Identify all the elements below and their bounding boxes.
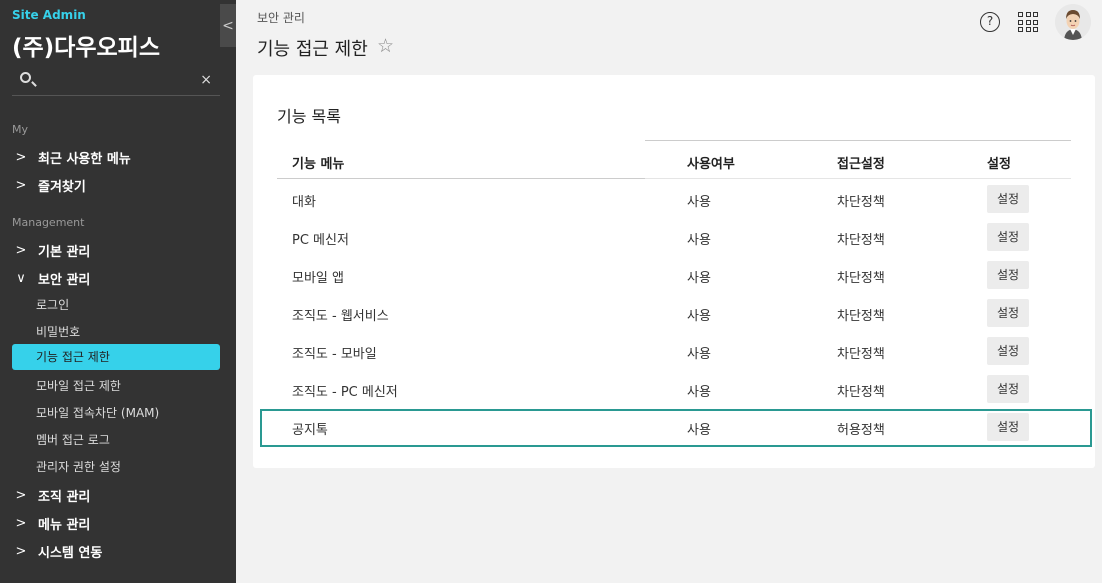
star-icon[interactable]: ☆ bbox=[377, 35, 394, 57]
table-row: 조직도 - PC 메신저 사용 차단정책 설정 bbox=[277, 370, 1071, 408]
cell-menu: PC 메신저 bbox=[292, 233, 349, 248]
cell-access: 차단정책 bbox=[837, 309, 885, 324]
sidebar-subitem-admin-perm[interactable]: 관리자 권한 설정 bbox=[36, 458, 121, 475]
sidebar-item-label: 즐겨찾기 bbox=[38, 180, 86, 195]
company-name[interactable]: (주)다우오피스 bbox=[12, 28, 160, 62]
site-admin-label: Site Admin bbox=[12, 8, 86, 22]
cell-access: 차단정책 bbox=[837, 271, 885, 286]
clear-search-icon[interactable]: × bbox=[200, 72, 212, 88]
chevron-right-icon: > bbox=[15, 516, 27, 531]
sidebar-item-favorites[interactable]: > 즐겨찾기 bbox=[14, 176, 86, 195]
chevron-right-icon: > bbox=[15, 488, 27, 503]
setting-button[interactable]: 설정 bbox=[987, 261, 1029, 289]
cell-access: 차단정책 bbox=[837, 233, 885, 248]
divider bbox=[277, 178, 645, 179]
sidebar-item-label: 기본 관리 bbox=[38, 245, 91, 260]
col-header-use: 사용여부 bbox=[687, 157, 735, 172]
sidebar-collapse-button[interactable]: < bbox=[220, 4, 236, 47]
sidebar: Site Admin (주)다우오피스 < × My > 최근 사용한 메뉴 >… bbox=[0, 0, 236, 583]
page-title: 기능 접근 제한 bbox=[257, 39, 368, 60]
table-row: 조직도 - 웹서비스 사용 차단정책 설정 bbox=[277, 294, 1071, 332]
sidebar-item-label: 시스템 연동 bbox=[38, 546, 103, 561]
cell-use: 사용 bbox=[687, 271, 711, 286]
chevron-right-icon: > bbox=[15, 243, 27, 258]
col-header-access: 접근설정 bbox=[837, 157, 885, 172]
section-label-my: My bbox=[12, 123, 29, 136]
cell-use: 사용 bbox=[687, 309, 711, 324]
sidebar-subitem-mobile-access[interactable]: 모바일 접근 제한 bbox=[36, 377, 121, 394]
sidebar-subitem-feature-access[interactable]: 기능 접근 제한 bbox=[12, 344, 220, 370]
col-header-setting: 설정 bbox=[987, 157, 1011, 172]
table-row: 대화 사용 차단정책 설정 bbox=[277, 180, 1071, 218]
cell-access: 차단정책 bbox=[837, 385, 885, 400]
setting-button[interactable]: 설정 bbox=[987, 375, 1029, 403]
help-icon[interactable]: ? bbox=[980, 12, 1000, 32]
divider bbox=[645, 140, 1071, 141]
sidebar-subitem-password[interactable]: 비밀번호 bbox=[36, 323, 80, 340]
sidebar-item-recent[interactable]: > 최근 사용한 메뉴 bbox=[14, 148, 131, 167]
cell-use: 사용 bbox=[687, 195, 711, 210]
app-grid-icon[interactable] bbox=[1018, 12, 1038, 32]
chevron-right-icon: > bbox=[15, 178, 27, 193]
sidebar-search: × bbox=[12, 66, 220, 96]
avatar[interactable] bbox=[1055, 4, 1091, 40]
card-title: 기능 목록 bbox=[277, 107, 341, 126]
cell-access: 차단정책 bbox=[837, 195, 885, 210]
sidebar-item-menu[interactable]: > 메뉴 관리 bbox=[14, 514, 91, 533]
table-row: 조직도 - 모바일 사용 차단정책 설정 bbox=[277, 332, 1071, 370]
cell-use: 사용 bbox=[687, 233, 711, 248]
col-header-menu: 기능 메뉴 bbox=[292, 157, 345, 172]
sidebar-subitem-login[interactable]: 로그인 bbox=[36, 296, 69, 313]
sidebar-item-org[interactable]: > 조직 관리 bbox=[14, 486, 91, 505]
search-icon bbox=[20, 72, 31, 83]
sidebar-item-basic[interactable]: > 기본 관리 bbox=[14, 241, 91, 260]
row-highlight-outline bbox=[260, 409, 1092, 447]
cell-access: 차단정책 bbox=[837, 347, 885, 362]
sidebar-item-label: 최근 사용한 메뉴 bbox=[38, 152, 131, 167]
sidebar-search-input[interactable] bbox=[40, 70, 190, 92]
breadcrumb[interactable]: 보안 관리 bbox=[257, 9, 305, 26]
cell-use: 사용 bbox=[687, 347, 711, 362]
cell-use: 사용 bbox=[687, 385, 711, 400]
chevron-right-icon: > bbox=[15, 544, 27, 559]
chevron-down-icon: ∨ bbox=[16, 271, 26, 286]
setting-button[interactable]: 설정 bbox=[987, 299, 1029, 327]
cell-menu: 조직도 - PC 메신저 bbox=[292, 385, 398, 400]
sidebar-item-label: 메뉴 관리 bbox=[38, 518, 91, 533]
sidebar-item-label: 보안 관리 bbox=[38, 273, 91, 288]
setting-button[interactable]: 설정 bbox=[987, 185, 1029, 213]
cell-menu: 조직도 - 웹서비스 bbox=[292, 309, 389, 324]
divider bbox=[645, 178, 1071, 179]
table-row: 모바일 앱 사용 차단정책 설정 bbox=[277, 256, 1071, 294]
cell-menu: 모바일 앱 bbox=[292, 271, 344, 286]
chevron-right-icon: > bbox=[15, 150, 27, 165]
sidebar-item-security[interactable]: ∨ 보안 관리 bbox=[14, 269, 90, 288]
sidebar-subitem-member-log[interactable]: 멤버 접근 로그 bbox=[36, 431, 110, 448]
sidebar-subitem-mam[interactable]: 모바일 접속차단 (MAM) bbox=[36, 404, 159, 421]
setting-button[interactable]: 설정 bbox=[987, 337, 1029, 365]
section-label-management: Management bbox=[12, 216, 85, 229]
sidebar-item-system[interactable]: > 시스템 연동 bbox=[14, 542, 103, 561]
setting-button[interactable]: 설정 bbox=[987, 223, 1029, 251]
table-row: PC 메신저 사용 차단정책 설정 bbox=[277, 218, 1071, 256]
cell-menu: 조직도 - 모바일 bbox=[292, 347, 377, 362]
sidebar-item-label: 조직 관리 bbox=[38, 490, 91, 505]
cell-menu: 대화 bbox=[292, 195, 316, 210]
